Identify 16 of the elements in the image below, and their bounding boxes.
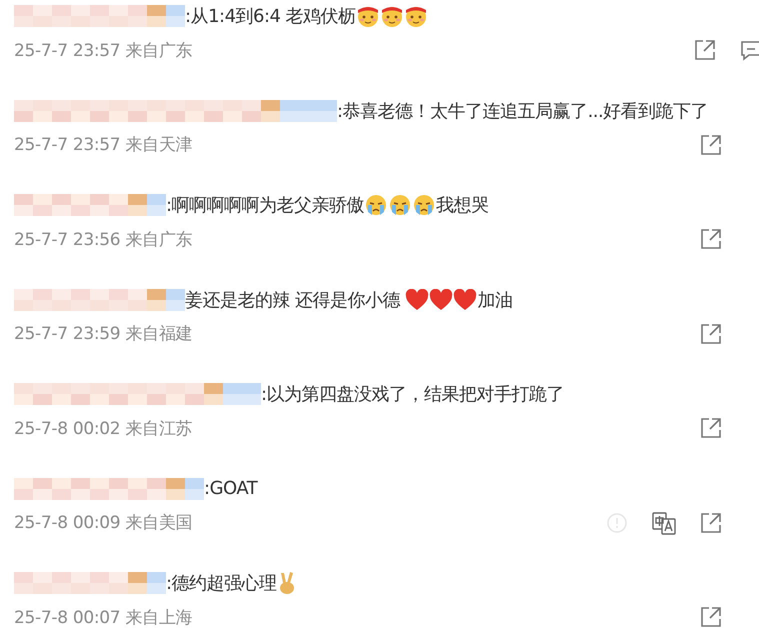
comment-text: :啊啊啊啊啊为老父亲骄傲 (166, 194, 364, 217)
comment-meta: 25-7-8 00:07 来自上海 (14, 606, 192, 628)
comment-meta: 25-7-8 00:09 来自美国 (14, 512, 192, 534)
comment-text: :德约超强心理 (166, 572, 277, 595)
comment-meta: 25-7-7 23:57 来自天津 (14, 134, 192, 156)
comment-meta: 25-7-7 23:56 来自广东 (14, 228, 192, 250)
comment-text: :以为第四盘没戏了，结果把对手打跪了 (261, 383, 564, 406)
comment-text: :从1:4到6:4 老鸡伏枥 (185, 5, 356, 28)
comment-meta: 25-7-7 23:59 来自福建 (14, 323, 192, 345)
comment-meta: 25-7-8 00:02 来自江苏 (14, 418, 192, 440)
comment-text: :GOAT (204, 478, 258, 499)
comment-text: 姜还是老的辣 还得是你小德 (185, 288, 402, 312)
comment-meta: 25-7-7 23:57 来自广东 (14, 40, 192, 62)
comment-text: :恭喜老德！太牛了连追五局赢了...好看到跪下了 (337, 100, 708, 122)
comment-text: 我想哭 (436, 194, 489, 217)
comment-text: 加油 (477, 288, 512, 312)
